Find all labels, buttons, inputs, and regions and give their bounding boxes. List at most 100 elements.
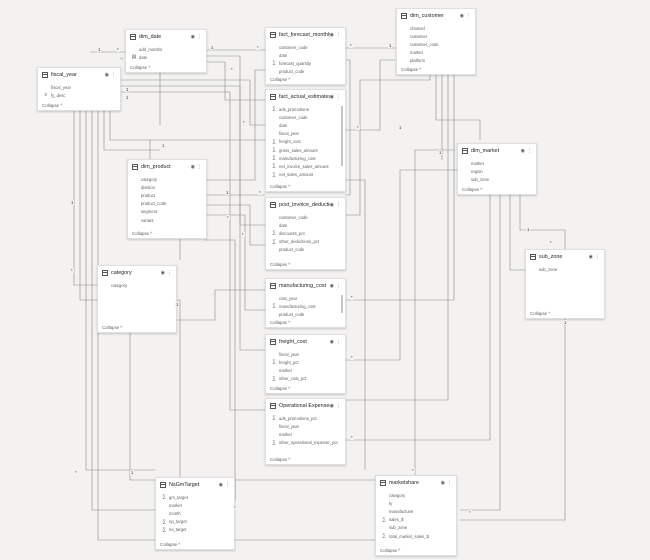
- field-row[interactable]: ∑ ns_target: [160, 526, 230, 534]
- more-options-icon[interactable]: ⋮: [197, 34, 202, 40]
- field-row[interactable]: ∑ np_target: [160, 518, 230, 526]
- field-row[interactable]: division: [132, 183, 202, 191]
- more-options-icon[interactable]: ⋮: [595, 254, 600, 260]
- table-card-dim-date[interactable]: dim_date ◉ ⋮ add_months ▤ date Collapse ^: [125, 29, 207, 73]
- eye-icon[interactable]: ◉: [330, 403, 334, 409]
- field-row[interactable]: market: [160, 501, 230, 509]
- field-row[interactable]: sub_zone: [380, 524, 452, 532]
- table-header[interactable]: sub_zone ◉ ⋮: [526, 250, 604, 264]
- table-header[interactable]: Operational Expenses ◉ ⋮: [266, 399, 345, 413]
- field-row[interactable]: segment: [132, 208, 202, 216]
- field-row[interactable]: ∑ freight_pct: [270, 358, 341, 366]
- field-row[interactable]: ∑ total_market_sales_$: [380, 532, 452, 540]
- table-card-freight-cost[interactable]: freight_cost ◉ ⋮ fiscal_year ∑ freight_pct mar…: [265, 334, 346, 394]
- more-options-icon[interactable]: ⋮: [167, 270, 172, 276]
- field-row[interactable]: date: [270, 221, 341, 229]
- eye-icon[interactable]: ◉: [161, 270, 165, 276]
- eye-icon[interactable]: ◉: [460, 13, 464, 19]
- field-row[interactable]: sub_zone: [462, 175, 532, 183]
- collapse-button[interactable]: Collapse ^: [270, 457, 290, 462]
- table-card-dim-product[interactable]: dim_product ◉ ⋮ category division product prod…: [127, 159, 207, 239]
- table-card-sub-zone[interactable]: sub_zone ◉ ⋮ sub_zone Collapse ^: [525, 249, 605, 319]
- table-header[interactable]: dim_date ◉ ⋮: [126, 30, 206, 44]
- eye-icon[interactable]: ◉: [330, 339, 334, 345]
- table-card-marketshare[interactable]: marketshare ◉ ⋮ category fy manufacturer ∑ sale…: [375, 475, 457, 556]
- field-row[interactable]: product_code: [270, 68, 341, 76]
- field-row[interactable]: customer_code: [270, 113, 341, 121]
- field-row[interactable]: category: [380, 491, 452, 499]
- field-row[interactable]: ∑ net_invoice_sales_amount: [270, 162, 341, 170]
- eye-icon[interactable]: ◉: [191, 34, 195, 40]
- collapse-button[interactable]: Collapse ^: [401, 67, 421, 72]
- eye-icon[interactable]: ◉: [330, 32, 334, 38]
- table-header[interactable]: fiscal_year ◉ ⋮: [38, 68, 120, 82]
- table-card-dim-market[interactable]: dim_market ◉ ⋮ market region sub_zone Collapse…: [457, 143, 537, 195]
- table-card-nsgm-target[interactable]: NsGmTarget ◉ ⋮ ∑ gm_target market month ∑ np_tar…: [155, 477, 235, 550]
- field-row[interactable]: ∑ discounts_pct: [270, 229, 341, 237]
- field-row[interactable]: ∑ freight_cost: [270, 138, 341, 146]
- more-options-icon[interactable]: ⋮: [447, 480, 452, 486]
- field-row[interactable]: ∑ other_cost_pct: [270, 375, 341, 383]
- eye-icon[interactable]: ◉: [105, 72, 109, 78]
- field-row[interactable]: add_months: [130, 45, 202, 53]
- field-row[interactable]: ∑ gross_sales_amount: [270, 146, 341, 154]
- collapse-button[interactable]: Collapse ^: [462, 187, 482, 192]
- eye-icon[interactable]: ◉: [330, 94, 334, 100]
- field-row[interactable]: channel: [401, 24, 471, 32]
- table-header[interactable]: fact_actual_estimates ◉ ⋮: [266, 90, 345, 104]
- scrollbar[interactable]: [341, 106, 343, 166]
- table-header[interactable]: manufacturing_cost ◉ ⋮: [266, 279, 345, 293]
- field-row[interactable]: market: [462, 159, 532, 167]
- more-options-icon[interactable]: ⋮: [197, 164, 202, 170]
- field-row[interactable]: customer_code: [401, 40, 471, 48]
- more-options-icon[interactable]: ⋮: [336, 283, 341, 289]
- collapse-button[interactable]: Collapse ^: [160, 542, 180, 547]
- collapse-button[interactable]: Collapse ^: [270, 262, 290, 267]
- collapse-button[interactable]: Collapse ^: [132, 231, 152, 236]
- table-header[interactable]: NsGmTarget ◉ ⋮: [156, 478, 234, 492]
- eye-icon[interactable]: ◉: [219, 482, 223, 488]
- field-row[interactable]: customer_code: [270, 213, 341, 221]
- collapse-button[interactable]: Collapse ^: [380, 548, 400, 553]
- collapse-button[interactable]: Collapse ^: [42, 103, 62, 108]
- eye-icon[interactable]: ◉: [521, 148, 525, 154]
- table-header[interactable]: fact_forecast_monthly ◉ ⋮: [266, 28, 345, 42]
- field-row[interactable]: category: [102, 281, 172, 289]
- field-row[interactable]: month: [160, 509, 230, 517]
- field-row[interactable]: customer_code: [270, 43, 341, 51]
- collapse-button[interactable]: Collapse ^: [102, 325, 122, 330]
- table-card-fiscal-year[interactable]: fiscal_year ◉ ⋮ fiscal_year ≡ fy_desc Collapse…: [37, 67, 121, 111]
- field-row[interactable]: ∑ ads_promotions: [270, 105, 341, 113]
- field-row[interactable]: customer: [401, 32, 471, 40]
- field-row[interactable]: fiscal_year: [42, 83, 116, 91]
- field-row[interactable]: manufacturer: [380, 507, 452, 515]
- table-card-category[interactable]: category ◉ ⋮ category Collapse ^: [97, 265, 177, 333]
- collapse-button[interactable]: Collapse ^: [270, 77, 290, 82]
- field-row[interactable]: ∑ gm_target: [160, 493, 230, 501]
- collapse-button[interactable]: Collapse ^: [530, 311, 550, 316]
- table-card-manufacturing-cost[interactable]: manufacturing_cost ◉ ⋮ cost_year ∑ manufactur…: [265, 278, 346, 328]
- table-card-post-invoice-deductions[interactable]: post_invoice_deductio...◉⋮ customer_coded…: [265, 197, 346, 270]
- field-row[interactable]: date: [270, 121, 341, 129]
- more-options-icon[interactable]: ⋮: [225, 482, 230, 488]
- field-row[interactable]: ∑ other_operational_expense_pct: [270, 439, 341, 447]
- field-row[interactable]: market: [270, 430, 341, 438]
- field-row[interactable]: ∑ manufacturing_cost: [270, 302, 341, 310]
- field-row[interactable]: ∑ other_deductions_pct: [270, 238, 341, 246]
- more-options-icon[interactable]: ⋮: [527, 148, 532, 154]
- more-options-icon[interactable]: ⋮: [336, 403, 341, 409]
- more-options-icon[interactable]: ⋮: [336, 94, 341, 100]
- more-options-icon[interactable]: ⋮: [466, 13, 471, 19]
- more-options-icon[interactable]: ⋮: [336, 339, 341, 345]
- field-row[interactable]: cost_year: [270, 294, 341, 302]
- scrollbar[interactable]: [341, 295, 343, 313]
- table-header[interactable]: dim_customer ◉ ⋮: [397, 9, 475, 23]
- table-card-dim-customer[interactable]: dim_customer ◉ ⋮ channel customer customer_co…: [396, 8, 476, 75]
- field-row[interactable]: region: [462, 167, 532, 175]
- table-card-fact-forecast-monthly[interactable]: fact_forecast_monthly ◉ ⋮ customer_code date…: [265, 27, 346, 85]
- table-header[interactable]: post_invoice_deductio...◉⋮: [266, 198, 345, 212]
- collapse-button[interactable]: Collapse ^: [270, 320, 290, 325]
- eye-icon[interactable]: ◉: [191, 164, 195, 170]
- field-row[interactable]: variant: [132, 216, 202, 224]
- collapse-button[interactable]: Collapse ^: [270, 386, 290, 391]
